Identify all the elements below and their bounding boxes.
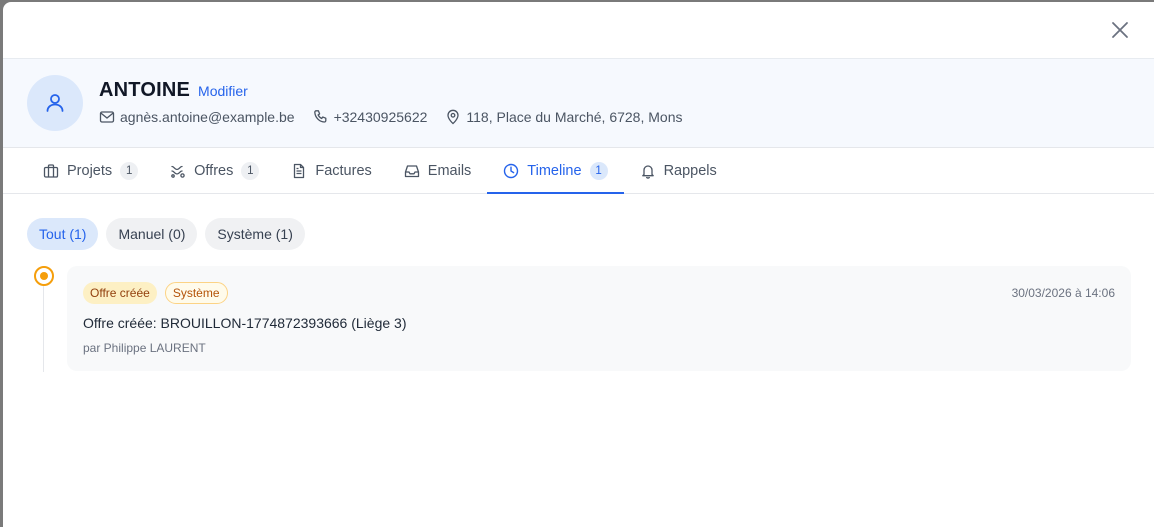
timeline-panel: Tout (1) Manuel (0) Système (1) Offre cr…	[3, 194, 1154, 400]
mail-icon	[99, 111, 115, 123]
event-type-badge: Offre créée	[83, 282, 157, 304]
offers-icon	[171, 165, 185, 178]
tab-count-badge: 1	[120, 161, 139, 180]
tab-count-badge: 1	[589, 161, 608, 180]
tab-label: Offres	[194, 162, 234, 179]
filter-system[interactable]: Système (1)	[205, 218, 305, 250]
contact-email[interactable]: agnès.antoine@example.be	[99, 109, 295, 125]
tab-rappels[interactable]: Rappels	[624, 148, 733, 193]
timeline-dot	[34, 266, 54, 286]
contact-info: agnès.antoine@example.be +32430925622 11…	[99, 109, 682, 125]
briefcase-icon	[43, 163, 59, 178]
event-source-badge: Système	[164, 282, 228, 304]
modal-topbar	[3, 2, 1154, 59]
client-name: ANTOINE	[99, 79, 191, 101]
phone-text: +32430925622	[333, 109, 428, 125]
tab-factures[interactable]: Factures	[275, 148, 387, 193]
email-text: agnès.antoine@example.be	[120, 109, 295, 125]
contact-address[interactable]: 118, Place du Marché, 6728, Mons	[445, 109, 682, 125]
clock-icon	[504, 163, 519, 178]
event-author: par Philippe LAURENT	[83, 341, 206, 355]
inbox-icon	[404, 164, 419, 177]
address-text: 118, Place du Marché, 6728, Mons	[466, 109, 683, 125]
map-pin-icon	[447, 109, 460, 125]
timeline-connector	[43, 286, 44, 372]
timeline-dot-center	[40, 272, 48, 280]
event-title: Offre créée: BROUILLON-1774872393666 (Li…	[83, 315, 407, 331]
tab-label: Rappels	[663, 162, 717, 179]
tab-label: Emails	[427, 162, 472, 179]
event-badges: Offre créée Système	[83, 282, 1115, 304]
timeline-event[interactable]: Offre créée Système 30/03/2026 à 14:06 O…	[67, 266, 1131, 371]
tab-count-badge: 1	[241, 161, 260, 180]
document-icon	[294, 163, 305, 178]
close-icon	[1112, 22, 1128, 38]
filter-all[interactable]: Tout (1)	[27, 218, 99, 250]
avatar	[27, 75, 83, 131]
contact-phone[interactable]: +32430925622	[313, 109, 428, 125]
client-tabs: Projets 1 Offres 1 Factures Emails Timel…	[3, 148, 1154, 194]
close-button[interactable]	[1108, 18, 1132, 42]
timeline-list: Offre créée Système 30/03/2026 à 14:06 O…	[27, 266, 1131, 376]
tab-emails[interactable]: Emails	[388, 148, 488, 193]
tab-label: Projets	[67, 162, 113, 179]
event-date: 30/03/2026 à 14:06	[1011, 286, 1115, 300]
client-header: ANTOINE Modifier agnès.antoine@example.b…	[3, 59, 1154, 148]
bell-icon	[641, 164, 654, 179]
edit-client-link[interactable]: Modifier	[198, 83, 248, 99]
timeline-filters: Tout (1) Manuel (0) Système (1)	[27, 218, 1130, 250]
filter-manual[interactable]: Manuel (0)	[106, 218, 198, 250]
tab-label: Factures	[315, 162, 372, 179]
client-modal: ANTOINE Modifier agnès.antoine@example.b…	[3, 2, 1154, 527]
tab-offres[interactable]: Offres 1	[154, 148, 275, 193]
tab-projets[interactable]: Projets 1	[27, 148, 154, 193]
client-name-row: ANTOINE Modifier	[99, 79, 248, 102]
user-icon	[46, 94, 64, 112]
tab-label: Timeline	[527, 162, 582, 179]
phone-icon	[313, 110, 327, 123]
tab-timeline[interactable]: Timeline 1	[487, 148, 624, 194]
